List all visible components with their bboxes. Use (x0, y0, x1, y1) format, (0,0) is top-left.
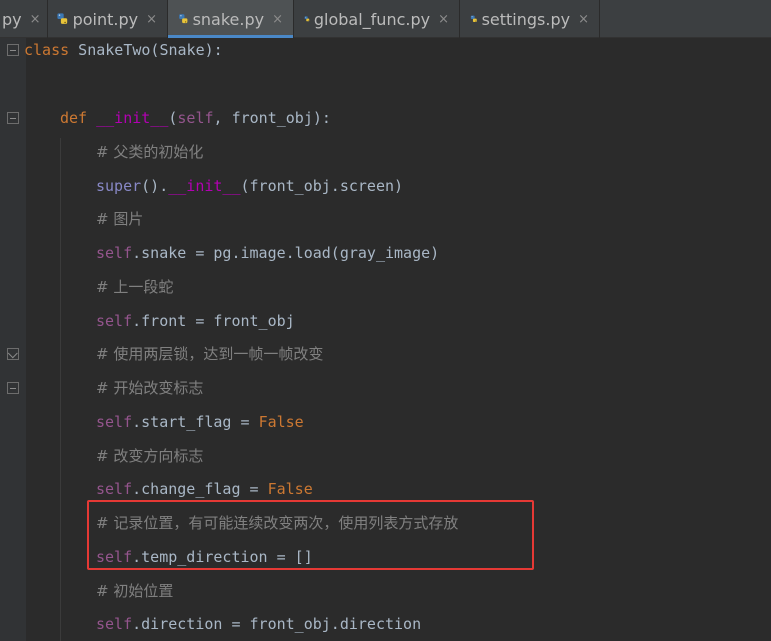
close-icon[interactable]: × (438, 12, 449, 27)
editor-gutter (0, 38, 26, 641)
tab-label: settings.py (481, 9, 571, 29)
comment-line: # 父类的初始化 (96, 143, 204, 161)
keyword-token: False (258, 413, 304, 431)
comment-line: # 上一段蛇 (96, 278, 174, 296)
dunder-token: __init__ (168, 177, 241, 195)
fold-end-icon[interactable] (7, 348, 19, 360)
tab-settings-py[interactable]: settings.py × (460, 0, 600, 38)
tab-label: global_func.py (313, 9, 431, 29)
annotation-highlight-box (87, 500, 534, 570)
comment-line: # 开始改变标志 (96, 379, 204, 397)
self-token: self (96, 413, 133, 431)
dunder-token: __init__ (96, 109, 169, 127)
fold-collapse-icon[interactable] (7, 44, 19, 56)
keyword-token: def (60, 109, 88, 127)
self-token: self (177, 109, 214, 127)
python-file-icon (470, 15, 477, 22)
self-token: self (96, 480, 133, 498)
code-line: self.snake = pg.image.load(gray_image) (96, 244, 440, 262)
code-token: SnakeTwo(Snake): (69, 41, 223, 59)
builtin-token: super (96, 177, 142, 195)
code-line: super().__init__(front_obj.screen) (96, 177, 404, 195)
self-token: self (96, 615, 133, 633)
comment-line: # 初始位置 (96, 582, 174, 600)
tab-label: py (2, 9, 22, 29)
fold-collapse-icon[interactable] (7, 112, 19, 124)
tab-global-func-py[interactable]: global_func.py × (294, 0, 460, 38)
close-icon[interactable]: × (146, 12, 157, 27)
python-file-icon (179, 14, 188, 24)
tab-label: snake.py (192, 9, 265, 29)
code-line: self.direction = front_obj.direction (96, 615, 422, 633)
code-editor[interactable]: class SnakeTwo(Snake): def __init__(self… (0, 38, 771, 641)
self-token: self (96, 244, 133, 262)
comment-line: # 图片 (96, 210, 144, 228)
comment-line: # 使用两层锁，达到一帧一帧改变 (96, 345, 324, 363)
close-icon[interactable]: × (272, 12, 283, 27)
fold-collapse-icon[interactable] (7, 382, 19, 394)
python-file-icon (304, 16, 310, 22)
indent-guide (60, 138, 61, 641)
code-line: self.front = front_obj (96, 312, 295, 330)
close-icon[interactable]: × (30, 12, 41, 27)
tab-label: point.py (72, 9, 139, 29)
code-line: self.start_flag = False (96, 413, 304, 431)
close-icon[interactable]: × (578, 12, 589, 27)
code-line: class SnakeTwo(Snake): (24, 33, 223, 67)
keyword-token: class (24, 41, 70, 59)
keyword-token: False (267, 480, 313, 498)
code-line: def __init__(self, front_obj): (60, 109, 331, 127)
self-token: self (96, 312, 133, 330)
python-file-icon (57, 13, 68, 24)
comment-line: # 改变方向标志 (96, 447, 204, 465)
